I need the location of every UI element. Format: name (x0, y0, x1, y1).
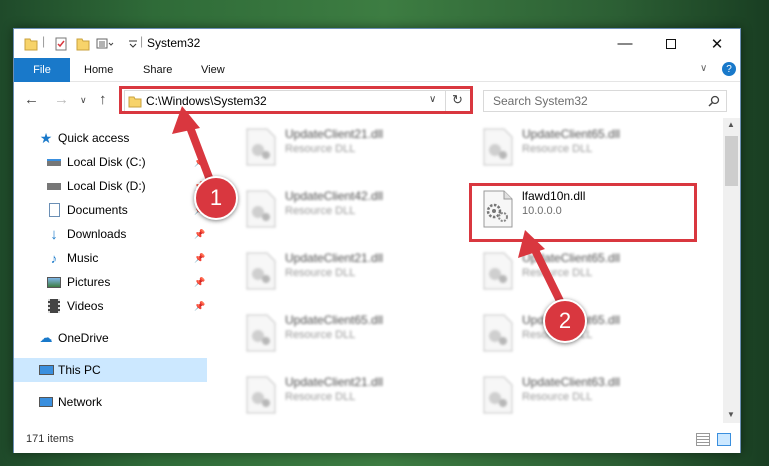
nav-item-quick-access[interactable]: ★ Quick access (14, 126, 207, 150)
dll-file-icon (483, 314, 513, 352)
file-item[interactable]: UpdateClient65.dll Resource DLL (237, 304, 467, 362)
step-1-badge: 1 (194, 176, 238, 220)
address-dropdown-icon[interactable]: ∨ (429, 94, 436, 105)
large-icons-view-icon[interactable] (717, 433, 731, 446)
dll-file-icon (483, 252, 513, 290)
dll-file-icon (246, 190, 276, 228)
pin-icon[interactable]: 📌 (194, 277, 205, 288)
new-folder-icon[interactable] (76, 35, 90, 52)
minimize-icon: — (617, 35, 633, 52)
nav-item-network[interactable]: Network (14, 390, 207, 414)
pin-icon[interactable]: 📌 (194, 253, 205, 264)
pin-icon[interactable]: 📌 (194, 157, 205, 168)
tab-share[interactable]: Share (143, 58, 172, 82)
refresh-icon[interactable]: ↻ (452, 92, 463, 108)
navigation-pane: ★ Quick access Local Disk (C:) 📌 Local D… (14, 118, 207, 423)
network-icon (38, 395, 54, 409)
nav-item-pictures[interactable]: Pictures 📌 (14, 270, 207, 294)
nav-item-local-disk-d[interactable]: Local Disk (D:) 📌 (14, 174, 207, 198)
status-bar: 171 items (14, 427, 740, 453)
cloud-icon: ☁ (39, 330, 53, 345)
file-explorer-window: | | System32 — ✕ File Home Share View ∨ … (13, 28, 741, 453)
details-view-icon[interactable] (696, 433, 710, 446)
nav-item-this-pc[interactable]: This PC (14, 358, 207, 382)
address-bar[interactable]: C:\Windows\System32 ∨ ↻ (124, 90, 473, 112)
step-2-badge: 2 (543, 299, 587, 343)
file-item[interactable]: UpdateClient65.dll Resource DLL (474, 304, 704, 362)
title-bar: | | System32 — ✕ (14, 29, 740, 58)
search-icon[interactable] (708, 95, 720, 107)
close-button[interactable]: ✕ (694, 29, 740, 58)
maximize-icon (666, 38, 676, 49)
file-item[interactable]: UpdateClient65.dll Resource DLL (474, 242, 704, 300)
dll-file-icon (483, 376, 513, 414)
file-item[interactable]: UpdateClient21.dll Resource DLL (237, 118, 467, 176)
back-arrow-icon[interactable]: ← (24, 91, 39, 108)
folder-icon (128, 96, 142, 108)
file-item[interactable]: UpdateClient21.dll Resource DLL (237, 242, 467, 300)
nav-item-onedrive[interactable]: ☁ OneDrive (14, 326, 207, 350)
dropdown-arrow-icon[interactable] (128, 35, 138, 52)
nav-item-videos[interactable]: Videos 📌 (14, 294, 207, 318)
file-item[interactable]: UpdateClient63.dll Resource DLL (474, 366, 704, 423)
search-placeholder: Search System32 (493, 94, 588, 108)
minimize-button[interactable]: — (602, 29, 648, 58)
nav-item-music[interactable]: ♪ Music 📌 (14, 246, 207, 270)
maximize-button[interactable] (648, 29, 694, 58)
scroll-up-icon[interactable]: ▲ (727, 120, 735, 129)
ribbon-tabs: File Home Share View ∨ ? (14, 58, 740, 82)
pin-icon[interactable]: 📌 (194, 229, 205, 240)
file-item[interactable]: UpdateClient42.dll Resource DLL (237, 180, 467, 238)
dll-file-icon (246, 252, 276, 290)
file-item[interactable]: UpdateClient21.dll Resource DLL (237, 366, 467, 423)
drive-icon (46, 179, 62, 193)
expand-ribbon-icon[interactable]: ∨ (700, 63, 707, 74)
window-title: System32 (147, 36, 201, 50)
address-path: C:\Windows\System32 (146, 94, 267, 108)
tab-home[interactable]: Home (84, 58, 113, 82)
vertical-scrollbar[interactable]: ▲ ▼ (723, 118, 740, 423)
file-item[interactable]: UpdateClient65.dll Resource DLL (474, 118, 704, 176)
tab-file[interactable]: File (14, 58, 70, 82)
separator: | (140, 34, 144, 48)
separator: | (42, 34, 46, 48)
address-bar-row: ← → ∨ ↑ C:\Windows\System32 ∨ ↻ Search S… (14, 82, 740, 118)
dll-file-icon (246, 128, 276, 166)
documents-icon (46, 203, 62, 217)
pictures-icon (46, 275, 62, 289)
recent-locations-icon[interactable]: ∨ (80, 95, 87, 106)
separator (445, 91, 446, 111)
help-icon[interactable]: ? (722, 62, 736, 76)
star-icon: ★ (39, 129, 53, 146)
download-icon: ↓ (50, 225, 58, 243)
nav-item-local-disk-c[interactable]: Local Disk (C:) 📌 (14, 150, 207, 174)
nav-item-downloads[interactable]: ↓ Downloads 📌 (14, 222, 207, 246)
dll-file-icon (483, 190, 513, 228)
up-arrow-icon[interactable]: ↑ (99, 91, 107, 108)
close-icon: ✕ (710, 35, 724, 53)
music-icon: ♪ (50, 250, 58, 266)
tab-view[interactable]: View (201, 58, 225, 82)
drive-icon (46, 155, 62, 169)
forward-arrow-icon[interactable]: → (54, 91, 69, 108)
customize-toolbar-icon[interactable] (96, 35, 114, 52)
dll-file-icon (246, 376, 276, 414)
item-count: 171 items (26, 433, 74, 445)
search-input[interactable]: Search System32 (483, 90, 727, 112)
pin-icon[interactable]: 📌 (194, 301, 205, 312)
videos-icon (46, 299, 62, 313)
nav-item-documents[interactable]: Documents 📌 (14, 198, 207, 222)
file-list: UpdateClient21.dll Resource DLL UpdateCl… (207, 118, 723, 423)
folder-icon (24, 38, 38, 51)
dll-file-icon (483, 128, 513, 166)
properties-icon[interactable] (54, 35, 68, 52)
scroll-down-icon[interactable]: ▼ (727, 410, 735, 419)
dll-file-icon (246, 314, 276, 352)
scrollbar-thumb[interactable] (725, 136, 738, 186)
computer-icon (38, 363, 54, 377)
file-item-lfawd10n[interactable]: lfawd10n.dll 10.0.0.0 (474, 180, 704, 238)
